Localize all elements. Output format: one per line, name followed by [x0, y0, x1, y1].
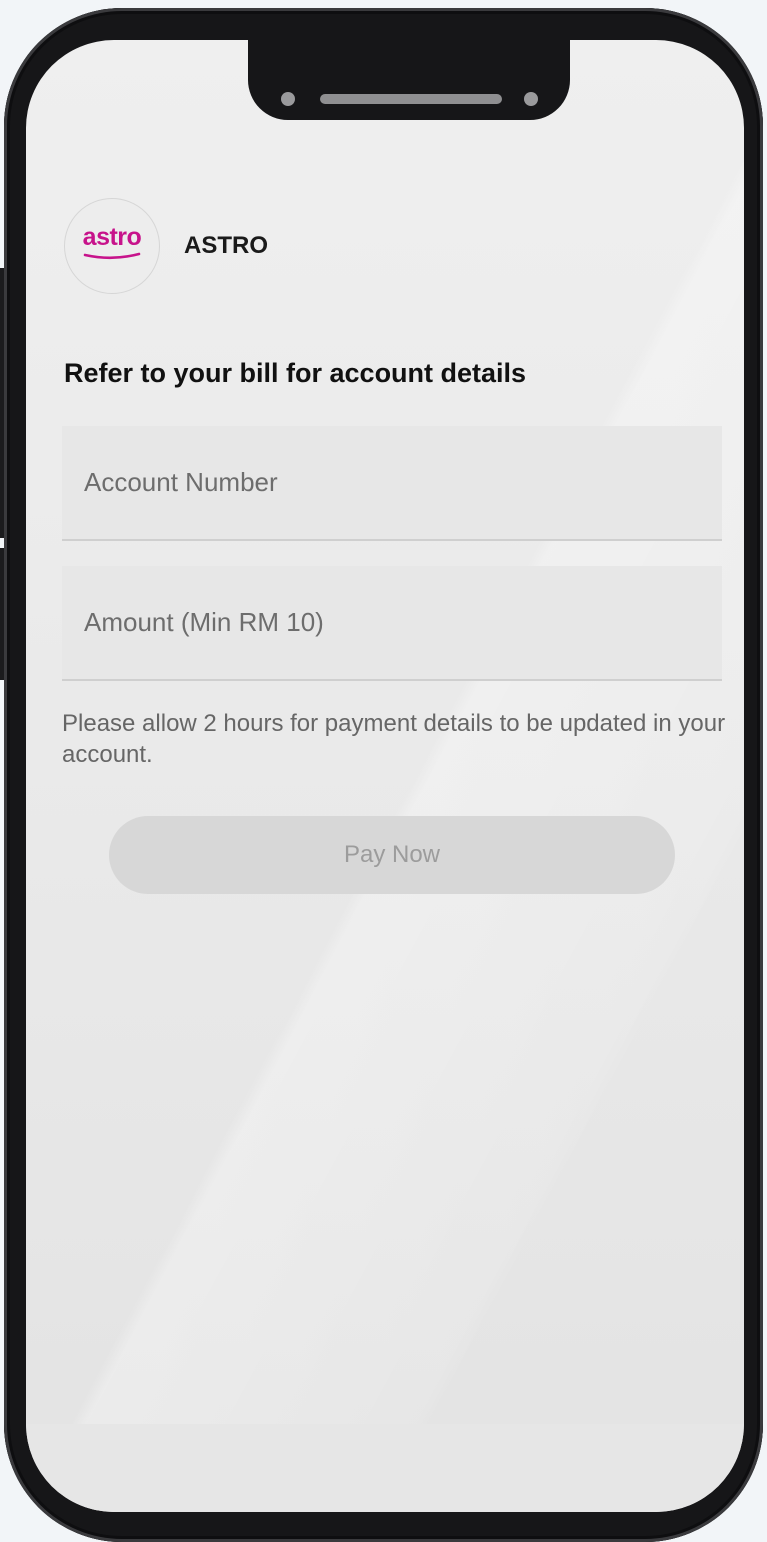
swoosh-icon: [83, 252, 141, 260]
form-title: Refer to your bill for account details: [64, 358, 527, 388]
phone-screen: astro ASTRO Refer to your bill for accou…: [26, 40, 744, 1512]
amount-field-container: [62, 566, 722, 681]
phone-frame: astro ASTRO Refer to your bill for accou…: [4, 8, 763, 1542]
biller-logo-text: astro: [82, 223, 142, 251]
payment-hint-text: Please allow 2 hours for payment details…: [62, 710, 726, 768]
camera-notch: [248, 40, 570, 120]
biller-logo: astro: [64, 198, 160, 294]
biller-name: ASTRO: [184, 232, 268, 259]
bottom-safe-area: [26, 1424, 744, 1512]
account-number-field-container: [62, 426, 722, 541]
earpiece-speaker: [320, 94, 502, 104]
device-mockup: astro ASTRO Refer to your bill for accou…: [0, 0, 767, 1542]
front-camera-icon: [281, 92, 295, 106]
sensor-icon: [524, 92, 538, 106]
pay-now-button[interactable]: Pay Now: [109, 816, 675, 894]
amount-input[interactable]: [84, 566, 704, 679]
account-number-input[interactable]: [84, 426, 704, 539]
